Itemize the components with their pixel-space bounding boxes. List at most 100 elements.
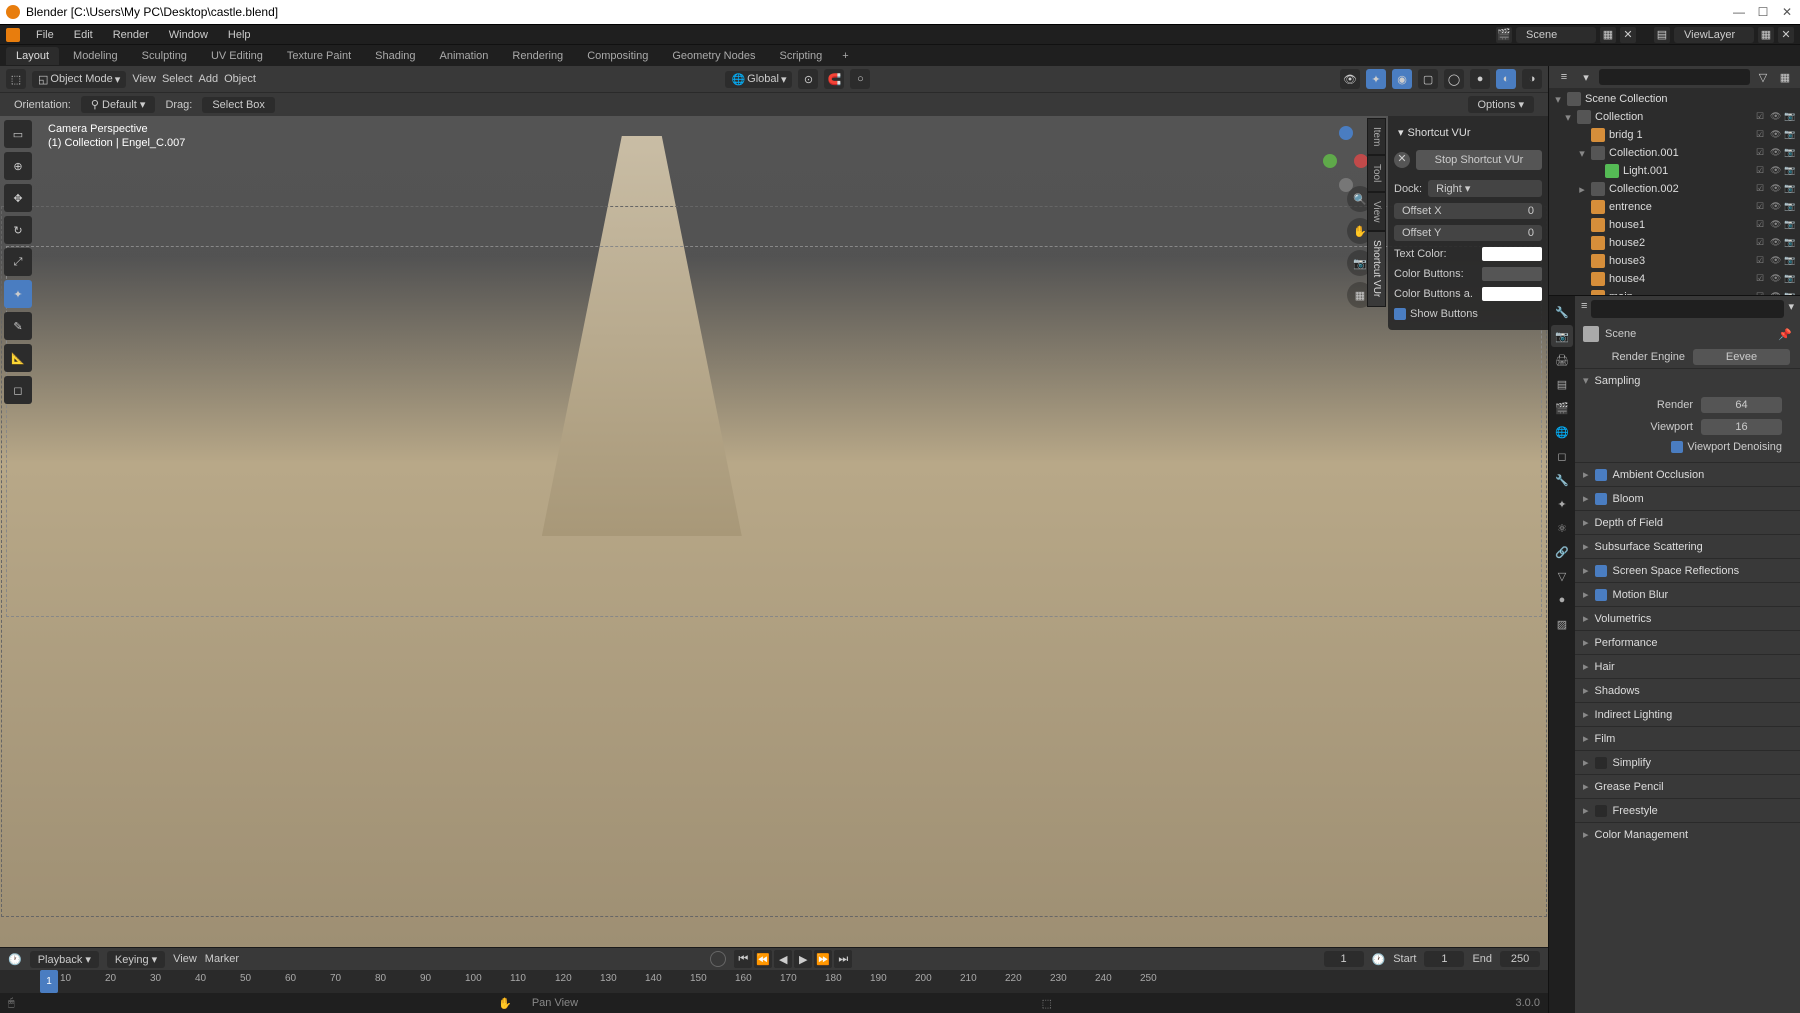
- tool-cursor[interactable]: ⊕: [4, 152, 32, 180]
- panel-subsurface-scattering[interactable]: ▸Subsurface Scattering: [1575, 535, 1800, 558]
- restrict-select-icon[interactable]: ☑: [1756, 111, 1768, 123]
- panel-color-management[interactable]: ▸Color Management: [1575, 823, 1800, 846]
- tool-move[interactable]: ✥: [4, 184, 32, 212]
- tl-marker-menu[interactable]: Marker: [205, 953, 239, 965]
- tab-modeling[interactable]: Modeling: [63, 47, 128, 65]
- current-frame[interactable]: 1: [1324, 951, 1364, 967]
- stop-button[interactable]: Stop Shortcut VUr: [1416, 150, 1542, 170]
- tab-scripting[interactable]: Scripting: [769, 47, 832, 65]
- hide-icon[interactable]: 👁: [1770, 237, 1782, 249]
- menu-file[interactable]: File: [28, 27, 62, 43]
- menu-edit[interactable]: Edit: [66, 27, 101, 43]
- panel-hair[interactable]: ▸Hair: [1575, 655, 1800, 678]
- tool-measure[interactable]: 📐: [4, 344, 32, 372]
- outliner-item[interactable]: bridg 1☑👁📷: [1549, 126, 1800, 144]
- panel-simplify[interactable]: ▸Simplify: [1575, 751, 1800, 774]
- play-rev-icon[interactable]: ◀: [774, 950, 792, 968]
- tab-layout[interactable]: Layout: [6, 47, 59, 65]
- ptab-output-icon[interactable]: 🖨: [1551, 349, 1573, 371]
- ptab-world-icon[interactable]: 🌐: [1551, 421, 1573, 443]
- playback-menu[interactable]: Playback ▾: [30, 951, 99, 968]
- restrict-select-icon[interactable]: ☑: [1756, 129, 1768, 141]
- offsety-field[interactable]: Offset Y0: [1394, 225, 1542, 241]
- shading-wire-icon[interactable]: ◯: [1444, 69, 1464, 89]
- tab-sculpting[interactable]: Sculpting: [132, 47, 197, 65]
- hide-icon[interactable]: 👁: [1770, 201, 1782, 213]
- xray-icon[interactable]: ▢: [1418, 69, 1438, 89]
- ptab-tool-icon[interactable]: 🔧: [1551, 301, 1573, 323]
- start-frame[interactable]: 1: [1424, 951, 1464, 967]
- panel-header[interactable]: ▾ Shortcut VUr: [1394, 122, 1542, 143]
- filter-icon[interactable]: ▽: [1754, 68, 1772, 86]
- viewport-denoise-checkbox[interactable]: Viewport Denoising: [1583, 438, 1792, 456]
- tool-annotate[interactable]: ✎: [4, 312, 32, 340]
- restrict-select-icon[interactable]: ☑: [1756, 255, 1768, 267]
- menu-add[interactable]: Add: [199, 73, 219, 85]
- timeline-type-icon[interactable]: 🕐: [8, 953, 22, 966]
- outliner-item[interactable]: house1☑👁📷: [1549, 216, 1800, 234]
- disable-icon[interactable]: 📷: [1784, 129, 1796, 141]
- axis-z-icon[interactable]: [1339, 126, 1353, 140]
- outliner-type-icon[interactable]: ≡: [1555, 68, 1573, 86]
- restrict-select-icon[interactable]: ☑: [1756, 219, 1768, 231]
- menu-view[interactable]: View: [132, 73, 156, 85]
- outliner-item[interactable]: ▾Collection.001☑👁📷: [1549, 144, 1800, 162]
- jump-start-icon[interactable]: ⏮: [734, 950, 752, 968]
- outliner-tree[interactable]: ▾ Scene Collection ▾Collection☑👁📷bridg 1…: [1549, 88, 1800, 295]
- render-engine-field[interactable]: Eevee: [1693, 349, 1790, 365]
- viewlayer-new-icon[interactable]: ▦: [1758, 27, 1774, 43]
- ntab-item[interactable]: Item: [1367, 118, 1386, 155]
- maximize-icon[interactable]: ☐: [1756, 5, 1770, 19]
- gizmo-toggle-icon[interactable]: ✦: [1366, 69, 1386, 89]
- nav-gizmo[interactable]: [1318, 126, 1373, 181]
- tool-add-cube[interactable]: ◻: [4, 376, 32, 404]
- prev-key-icon[interactable]: ⏪: [754, 950, 772, 968]
- end-frame[interactable]: 250: [1500, 951, 1540, 967]
- menu-render[interactable]: Render: [105, 27, 157, 43]
- ntab-tool[interactable]: Tool: [1367, 155, 1386, 191]
- view3d-viewport[interactable]: Camera Perspective (1) Collection | Enge…: [0, 116, 1548, 947]
- disable-icon[interactable]: 📷: [1784, 147, 1796, 159]
- ptab-data-icon[interactable]: ▽: [1551, 565, 1573, 587]
- colorbtna-swatch[interactable]: [1482, 287, 1542, 301]
- restrict-select-icon[interactable]: ☑: [1756, 183, 1768, 195]
- disable-icon[interactable]: 📷: [1784, 255, 1796, 267]
- scene-name[interactable]: Scene: [1516, 27, 1596, 43]
- tool-transform[interactable]: ✦: [4, 280, 32, 308]
- panel-grease-pencil[interactable]: ▸Grease Pencil: [1575, 775, 1800, 798]
- close-icon[interactable]: ✕: [1394, 152, 1410, 168]
- panel-freestyle[interactable]: ▸Freestyle: [1575, 799, 1800, 822]
- shading-render-icon[interactable]: ◑: [1522, 69, 1542, 89]
- tab-geonodes[interactable]: Geometry Nodes: [662, 47, 765, 65]
- menu-object[interactable]: Object: [224, 73, 256, 85]
- panel-performance[interactable]: ▸Performance: [1575, 631, 1800, 654]
- tool-select-box[interactable]: ▭: [4, 120, 32, 148]
- panel-film[interactable]: ▸Film: [1575, 727, 1800, 750]
- hide-icon[interactable]: 👁: [1770, 255, 1782, 267]
- disable-icon[interactable]: 📷: [1784, 273, 1796, 285]
- colorbtn-swatch[interactable]: [1482, 267, 1542, 281]
- restrict-select-icon[interactable]: ☑: [1756, 237, 1768, 249]
- tab-shading[interactable]: Shading: [365, 47, 425, 65]
- panel-screen-space-reflections[interactable]: ▸Screen Space Reflections: [1575, 559, 1800, 582]
- pin-icon[interactable]: 📌: [1778, 328, 1792, 341]
- restrict-select-icon[interactable]: ☑: [1756, 147, 1768, 159]
- tool-rotate[interactable]: ↻: [4, 216, 32, 244]
- pivot-icon[interactable]: ⊙: [798, 69, 818, 89]
- panel-indirect-lighting[interactable]: ▸Indirect Lighting: [1575, 703, 1800, 726]
- viewlayer-icon[interactable]: ▤: [1654, 27, 1670, 43]
- menu-select[interactable]: Select: [162, 73, 193, 85]
- ptab-physics-icon[interactable]: ⚛: [1551, 517, 1573, 539]
- outliner-item[interactable]: house3☑👁📷: [1549, 252, 1800, 270]
- axis-y-icon[interactable]: [1323, 154, 1337, 168]
- proportional-icon[interactable]: ○: [850, 69, 870, 89]
- ptab-texture-icon[interactable]: ▨: [1551, 613, 1573, 635]
- mode-selector[interactable]: ◱ Object Mode ▾: [32, 71, 126, 88]
- menu-help[interactable]: Help: [220, 27, 259, 43]
- hide-icon[interactable]: 👁: [1770, 147, 1782, 159]
- ntab-shortcutvur[interactable]: Shortcut VUr: [1367, 231, 1386, 306]
- menu-window[interactable]: Window: [161, 27, 216, 43]
- showbuttons-checkbox[interactable]: Show Buttons: [1394, 304, 1542, 324]
- hide-icon[interactable]: 👁: [1770, 111, 1782, 123]
- next-key-icon[interactable]: ⏩: [814, 950, 832, 968]
